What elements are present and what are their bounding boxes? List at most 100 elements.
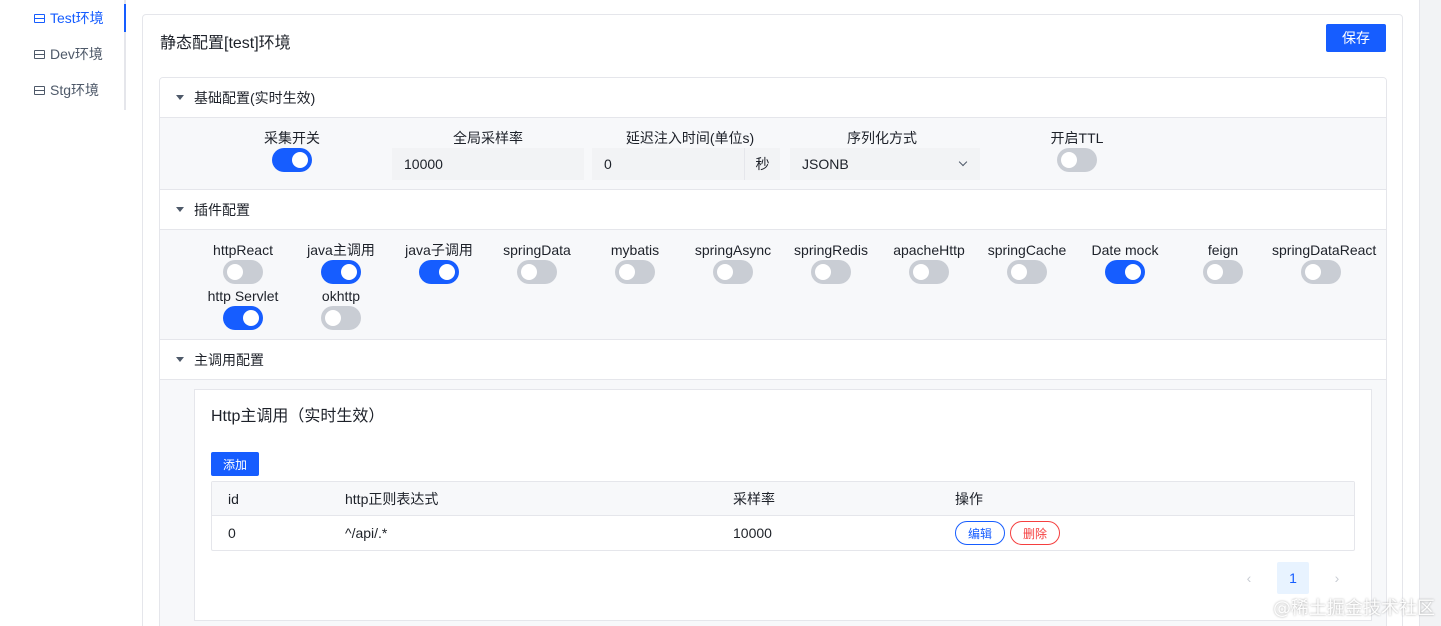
collect-switch[interactable] [272,148,312,172]
plugin-label: apacheHttp [893,242,965,258]
sidebar-item-dev[interactable]: Dev环境 [0,36,124,72]
plugin-httpreact: httpReact [194,240,292,287]
plugin-label: springRedis [794,242,868,258]
ttl-switch[interactable] [1057,148,1097,172]
pagination: ‹ 1 › [1233,562,1353,594]
chevron-right-icon[interactable]: › [1321,562,1353,594]
caret-down-icon [176,357,184,362]
sample-rate-field: 全局采样率 [388,128,588,148]
plugin-okhttp: okhttp [292,286,390,333]
watermark: @稀土掘金技术社区 [1273,598,1435,619]
plugin-httpreact-switch[interactable] [223,260,263,284]
table-header-row: id http正则表达式 采样率 操作 [212,482,1354,516]
plugin-springdata: springData [488,240,586,287]
plugin-label: Date mock [1091,242,1159,258]
caret-down-icon [176,207,184,212]
plugin-date-mock: Date mock [1076,240,1174,287]
plugin-mybatis: mybatis [586,240,684,287]
plugin-label: springData [503,242,571,258]
plugin-label: springAsync [694,242,772,258]
plugin-http-servlet-switch[interactable] [223,306,263,330]
window-icon [34,49,45,59]
plugin-okhttp-switch[interactable] [321,306,361,330]
plugin-java-sub-switch[interactable] [419,260,459,284]
plugin-config-header[interactable]: 插件配置 [160,190,1386,230]
cell-id: 0 [228,525,236,541]
http-rules-table: id http正则表达式 采样率 操作 0 ^/api/.* 10000 编辑 … [211,481,1355,551]
plugin-date-mock-switch[interactable] [1105,260,1145,284]
plugin-springdata-switch[interactable] [517,260,557,284]
column-header-rate: 采样率 [733,490,775,507]
plugin-springasync-switch[interactable] [713,260,753,284]
table-row: 0 ^/api/.* 10000 编辑 删除 [212,516,1354,550]
caret-down-icon [176,95,184,100]
plugin-http-servlet: http Servlet [194,286,292,333]
plugin-label: okhttp [321,288,361,304]
sample-rate-input[interactable]: 10000 [392,148,584,180]
sidebar-item-stg[interactable]: Stg环境 [0,72,124,108]
plugin-label: java主调用 [307,242,375,258]
cell-actions: 编辑 删除 [955,521,1354,545]
config-collapse: 基础配置(实时生效) 采集开关 全局采样率 10000 延迟注入时间(单位s) … [159,77,1387,626]
sidebar-item-label: Stg环境 [50,82,100,98]
main-call-config-body: Http主调用（实时生效） 添加 id http正则表达式 采样率 操作 0 ^… [160,380,1386,626]
page-title: 静态配置[test]环境 [160,35,291,52]
serialize-label: 序列化方式 [847,130,917,146]
plugin-springdatareact-switch[interactable] [1301,260,1341,284]
plugin-feign-switch[interactable] [1203,260,1243,284]
plugin-apachehttp: apacheHttp [880,240,978,287]
plugin-springdatareact: springDataReact [1272,240,1377,287]
basic-config-title: 基础配置(实时生效) [194,89,316,106]
plugin-springcache-switch[interactable] [1007,260,1047,284]
plugin-config-title: 插件配置 [194,201,250,218]
column-header-actions: 操作 [955,490,983,507]
save-button[interactable]: 保存 [1326,24,1386,52]
plugin-label: java子调用 [405,242,473,258]
main-call-config-header[interactable]: 主调用配置 [160,340,1386,380]
config-card: 静态配置[test]环境 保存 基础配置(实时生效) 采集开关 全局采样率 10… [142,14,1403,626]
plugin-springasync: springAsync [684,240,782,287]
plugin-springredis: springRedis [782,240,880,287]
serialize-field: 序列化方式 [782,128,982,148]
http-main-call-title: Http主调用（实时生效） [211,408,385,425]
serialize-select[interactable]: JSONB [790,148,980,180]
edit-button[interactable]: 编辑 [955,521,1006,545]
window-icon [34,13,45,23]
plugin-label: httpReact [213,242,273,258]
delay-field: 延迟注入时间(单位s) [590,128,790,148]
plugin-feign: feign [1174,240,1272,287]
plugin-mybatis-switch[interactable] [615,260,655,284]
collect-switch-field: 采集开关 [252,128,332,175]
delay-label: 延迟注入时间(单位s) [625,130,755,146]
sample-rate-label: 全局采样率 [453,130,523,146]
chevron-down-icon [958,157,968,167]
main-call-config-title: 主调用配置 [194,351,264,368]
plugin-apachehttp-switch[interactable] [909,260,949,284]
plugin-label: feign [1207,242,1239,258]
plugin-java-sub: java子调用 [390,240,488,287]
plugin-java-main-switch[interactable] [321,260,361,284]
plugin-config-body: httpReact java主调用 java子调用 springData myb… [160,230,1386,340]
plugin-springcache: springCache [978,240,1076,287]
sidebar-item-test[interactable]: Test环境 [0,0,126,36]
sidebar-item-label: Dev环境 [50,46,103,62]
cell-rate: 10000 [733,525,772,541]
delete-button[interactable]: 删除 [1010,521,1061,545]
plugin-label: mybatis [610,242,660,258]
ttl-label: 开启TTL [1050,130,1104,146]
collect-switch-label: 采集开关 [264,130,320,146]
add-button[interactable]: 添加 [211,452,259,476]
basic-config-header[interactable]: 基础配置(实时生效) [160,78,1386,118]
basic-config-body: 采集开关 全局采样率 10000 延迟注入时间(单位s) 0 秒 序列化方式 J… [160,118,1386,190]
plugin-springredis-switch[interactable] [811,260,851,284]
delay-input[interactable]: 0 [592,148,744,180]
scrollbar-track[interactable] [1419,0,1441,626]
serialize-value: JSONB [802,156,849,172]
sidebar-item-label: Test环境 [50,10,104,26]
plugin-java-main: java主调用 [292,240,390,287]
column-header-regex: http正则表达式 [345,490,439,507]
plugin-label: springDataReact [1272,242,1377,258]
chevron-left-icon[interactable]: ‹ [1233,562,1265,594]
page-number-current[interactable]: 1 [1277,562,1309,594]
http-main-call-card: Http主调用（实时生效） 添加 id http正则表达式 采样率 操作 0 ^… [194,389,1372,621]
